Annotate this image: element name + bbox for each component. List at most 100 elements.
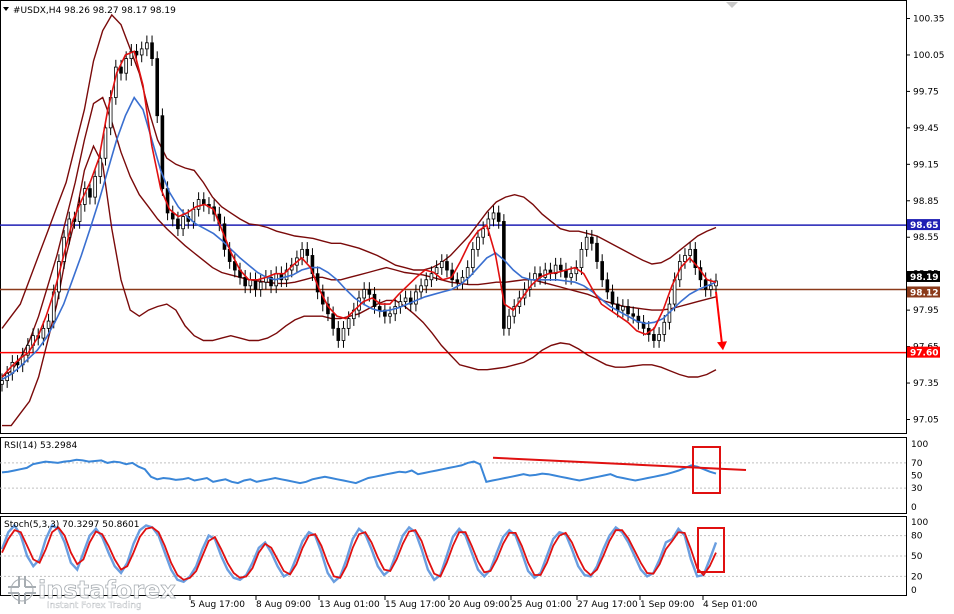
candle-body [652,334,656,341]
candle-body [119,66,123,74]
price-tick-label: 97.05 [913,415,939,425]
candle-body [300,248,304,259]
price-tick-label: 98.55 [913,233,939,243]
candle-body [558,264,563,271]
candle-body [196,199,201,210]
candle-body [579,248,584,269]
price-tick-label: 100.35 [913,15,945,25]
candle-body [341,327,346,341]
candle-body [662,321,667,335]
price-tick-label: 99.45 [913,124,939,134]
candle-body [362,289,366,299]
candle-body [367,289,372,295]
candle-body [88,188,92,198]
candle-body [150,42,154,60]
candle-body [0,380,4,385]
candle-body [46,320,51,329]
stoch-tick-label: 0 [911,586,917,596]
price-badge-label: 98.12 [910,288,938,298]
candle-body [507,315,511,329]
rsi-tick-label: 100 [911,440,928,450]
trading-chart: 100.35 100.05 99.75 99.45 99.15 98.85 98.55 98.… [0,0,945,611]
candle-body [631,313,636,317]
candle-body [709,285,713,290]
candle-body [253,279,258,290]
rsi-tick-label: 50 [911,472,923,482]
price-tick-label: 97.35 [913,379,939,389]
candle-body [155,58,160,117]
candle-body [124,58,128,74]
rsi-title: RSI(14) 53.2984 [4,441,77,451]
candle-body [377,306,382,311]
candle-body [419,285,423,293]
price-badge-label: 98.19 [910,273,938,283]
candle-body [305,248,310,256]
stoch-tick-label: 50 [911,552,923,562]
candle-body [41,327,46,339]
candle-body [703,279,708,290]
candle-body [176,218,180,230]
time-tick-label: 13 Aug 01:00 [319,600,380,610]
candle-body [191,208,196,222]
candle-body [481,228,485,238]
candle-body [103,127,108,159]
candle-body [455,279,460,283]
candle-body [336,327,341,341]
time-tick-label: 25 Aug 01:00 [511,600,572,610]
candle-body [471,248,475,269]
candle-body [331,313,335,329]
candle-body [491,212,496,220]
candle-body [569,273,573,278]
time-tick-label: 4 Sep 01:00 [703,600,758,610]
time-tick-label: 8 Aug 09:00 [256,600,311,610]
candle-body [403,297,408,303]
candle-body [439,261,444,269]
candle-body [688,248,692,256]
candle-body [429,273,434,281]
candle-body [496,212,501,222]
stoch-tick-label: 80 [911,532,923,542]
time-tick-label: 5 Aug 17:00 [190,600,245,610]
price-badge-label: 98.65 [910,221,938,231]
candle-body [605,279,610,293]
price-tick-label: 99.75 [913,87,939,97]
candle-body [465,267,470,278]
time-tick-label: 15 Aug 17:00 [385,600,446,610]
candle-body [610,291,615,305]
rsi-tick-label: 0 [911,503,917,513]
candle-body [243,276,247,287]
time-tick-label: 27 Aug 17:00 [577,600,638,610]
candle-body [445,261,449,271]
candle-body [424,279,429,287]
candle-body [476,236,480,250]
candle-body [584,236,589,250]
rsi-panel [0,437,907,514]
watermark-tagline: Instant Forex Trading [47,601,142,611]
rsi-tick-label: 70 [911,459,923,469]
candle-body [590,236,594,244]
candle-body [621,306,625,311]
symbol-title: #USDX,H4 98.26 98.27 98.17 98.19 [13,6,176,16]
candle-body [93,176,97,198]
price-tick-label: 99.15 [913,160,939,170]
candle-body [346,318,351,329]
candle-body [388,313,392,317]
price-tick-label: 97.95 [913,306,939,316]
candle-body [657,334,661,341]
time-tick-label: 1 Sep 09:00 [640,600,695,610]
candle-body [258,281,263,290]
candle-body [626,306,630,315]
stoch-tick-label: 100 [911,518,928,528]
candle-body [248,279,253,287]
price-tick-label: 98.85 [913,197,939,207]
time-axis: 5 Aug 17:00 8 Aug 09:00 13 Aug 01:00 15 Aug… [189,596,758,610]
candle-body [595,242,599,262]
rsi-tick-label: 30 [911,484,923,494]
candle-body [533,273,537,281]
candle-body [434,267,439,275]
price-badge-label: 97.60 [910,349,938,359]
stoch-tick-label: 20 [911,572,923,582]
time-tick-label: 20 Aug 09:00 [449,600,510,610]
candle-body [600,261,604,281]
chart-title: #USDX,H4 98.26 98.27 98.17 98.19 [3,6,176,16]
